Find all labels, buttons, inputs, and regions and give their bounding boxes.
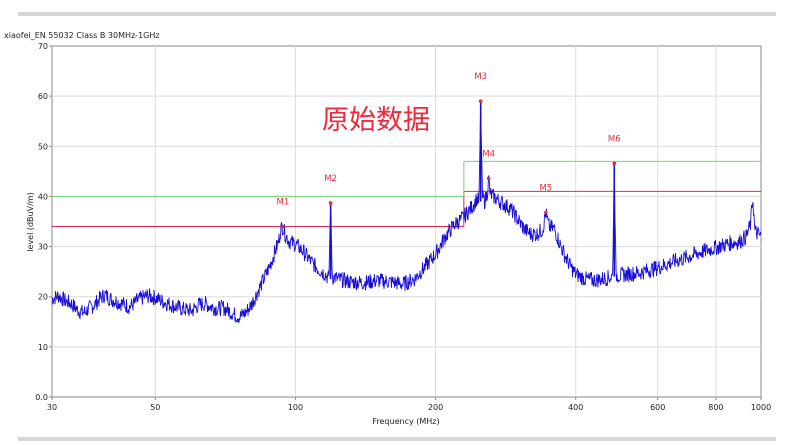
- x-tick-label: 400: [568, 403, 583, 412]
- x-tick-label: 200: [428, 403, 443, 412]
- overlay-text: 原始数据: [322, 105, 430, 136]
- y-tick-label: 0.0: [35, 393, 48, 402]
- x-tick-label: 600: [650, 403, 665, 412]
- marker-label: M2: [324, 174, 337, 184]
- x-tick-label: 30: [47, 403, 57, 412]
- x-axis-label: Frequency (MHz): [372, 417, 439, 426]
- y-tick-label: 60: [38, 92, 48, 101]
- marker-point: [612, 161, 617, 166]
- marker-label: M1: [277, 198, 290, 208]
- marker-label: M6: [608, 134, 621, 144]
- y-tick-label: 50: [38, 142, 48, 151]
- marker-point: [544, 210, 548, 215]
- marker-label: M4: [482, 149, 495, 159]
- y-tick-label: 40: [38, 192, 48, 201]
- marker-point: [281, 224, 285, 229]
- x-tick-label: 100: [288, 403, 303, 412]
- marker-label: M3: [474, 72, 487, 82]
- marker-label: M5: [539, 183, 552, 193]
- emission-chart: xiaofei_EN 55032 Class B 30MHz-1GHz M1 M2…: [4, 31, 771, 426]
- y-tick-label: 30: [38, 243, 48, 252]
- y-axis-label: level (dBuV/m): [26, 192, 35, 251]
- chart-title: xiaofei_EN 55032 Class B 30MHz-1GHz: [4, 31, 160, 40]
- y-tick-label: 10: [38, 343, 48, 352]
- y-tick-label: 70: [38, 42, 48, 51]
- x-tick-label: 1000: [751, 403, 771, 412]
- x-tick-label: 50: [150, 403, 160, 412]
- y-tick-label: 20: [38, 293, 48, 302]
- marker-point: [478, 99, 483, 103]
- x-tick-label: 800: [708, 403, 723, 412]
- marker-point: [486, 176, 491, 181]
- marker-point: [328, 201, 333, 205]
- plot-area: [51, 45, 762, 398]
